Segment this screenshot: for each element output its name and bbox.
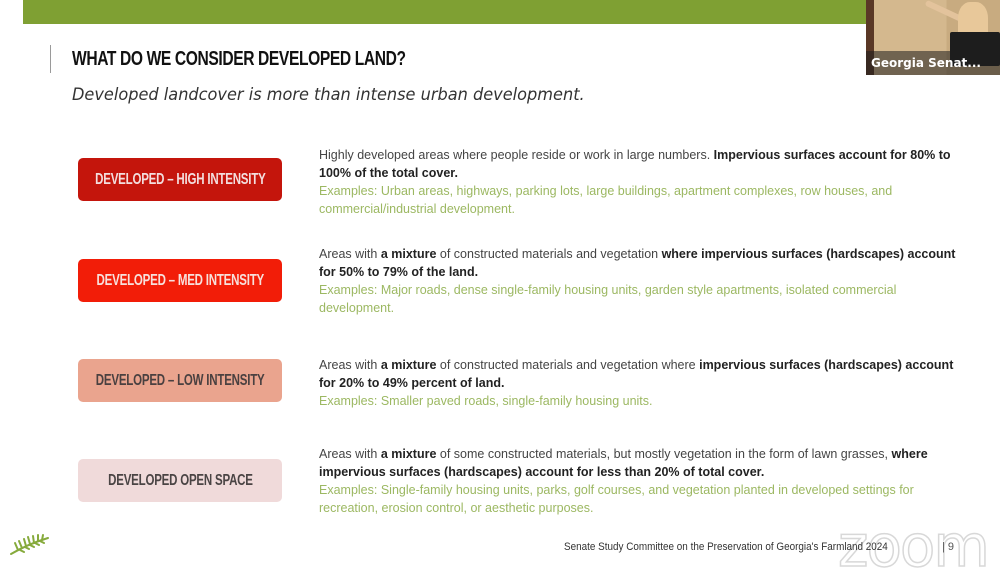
slide-subtitle: Developed landcover is more than intense… [72, 85, 585, 105]
examples-text: Examples: Major roads, dense single-fami… [319, 283, 897, 315]
slide-header-bar [23, 0, 868, 24]
desc-text: Areas with [319, 358, 381, 372]
badge-med-intensity: DEVELOPED – MED INTENSITY [78, 259, 282, 302]
description-high-intensity: Highly developed areas where people resi… [319, 146, 959, 218]
fern-leaf-icon [10, 534, 49, 555]
slide-footer: Senate Study Committee on the Preservati… [564, 541, 888, 553]
participant-name: Georgia Senat... [866, 51, 1000, 75]
desc-bold-text: a mixture [380, 447, 437, 461]
participant-video-tile[interactable]: Georgia Senat... [866, 0, 1000, 75]
desc-bold-text: a mixture [380, 358, 437, 372]
desc-text: of some constructed materials, but mostl… [436, 447, 892, 461]
desc-text: of constructed materials and vegetation … [436, 358, 700, 372]
desc-text: Areas with [319, 247, 381, 261]
badge-label: DEVELOPED – HIGH INTENSITY [94, 170, 266, 188]
slide-title: WHAT DO WE CONSIDER DEVELOPED LAND? [72, 48, 406, 70]
badge-open-space: DEVELOPED OPEN SPACE [78, 459, 282, 502]
title-accent-line [50, 45, 51, 73]
badge-high-intensity: DEVELOPED – HIGH INTENSITY [78, 158, 282, 201]
examples-text: Examples: Smaller paved roads, single-fa… [319, 394, 653, 408]
desc-text: Highly developed areas where people resi… [319, 148, 714, 162]
description-low-intensity: Areas with a mixture of constructed mate… [319, 356, 959, 410]
badge-low-intensity: DEVELOPED – LOW INTENSITY [78, 359, 282, 402]
desc-bold-text: a mixture [380, 247, 437, 261]
badge-label: DEVELOPED – LOW INTENSITY [95, 371, 265, 389]
desc-text: Areas with [319, 447, 381, 461]
desc-text: of constructed materials and vegetation [436, 247, 662, 261]
description-med-intensity: Areas with a mixture of constructed mate… [319, 245, 959, 317]
badge-label: DEVELOPED OPEN SPACE [107, 471, 253, 489]
badge-label: DEVELOPED – MED INTENSITY [96, 271, 264, 289]
page-number: | 9 [942, 541, 955, 553]
description-open-space: Areas with a mixture of some constructed… [319, 445, 959, 517]
examples-text: Examples: Urban areas, highways, parking… [319, 184, 893, 216]
